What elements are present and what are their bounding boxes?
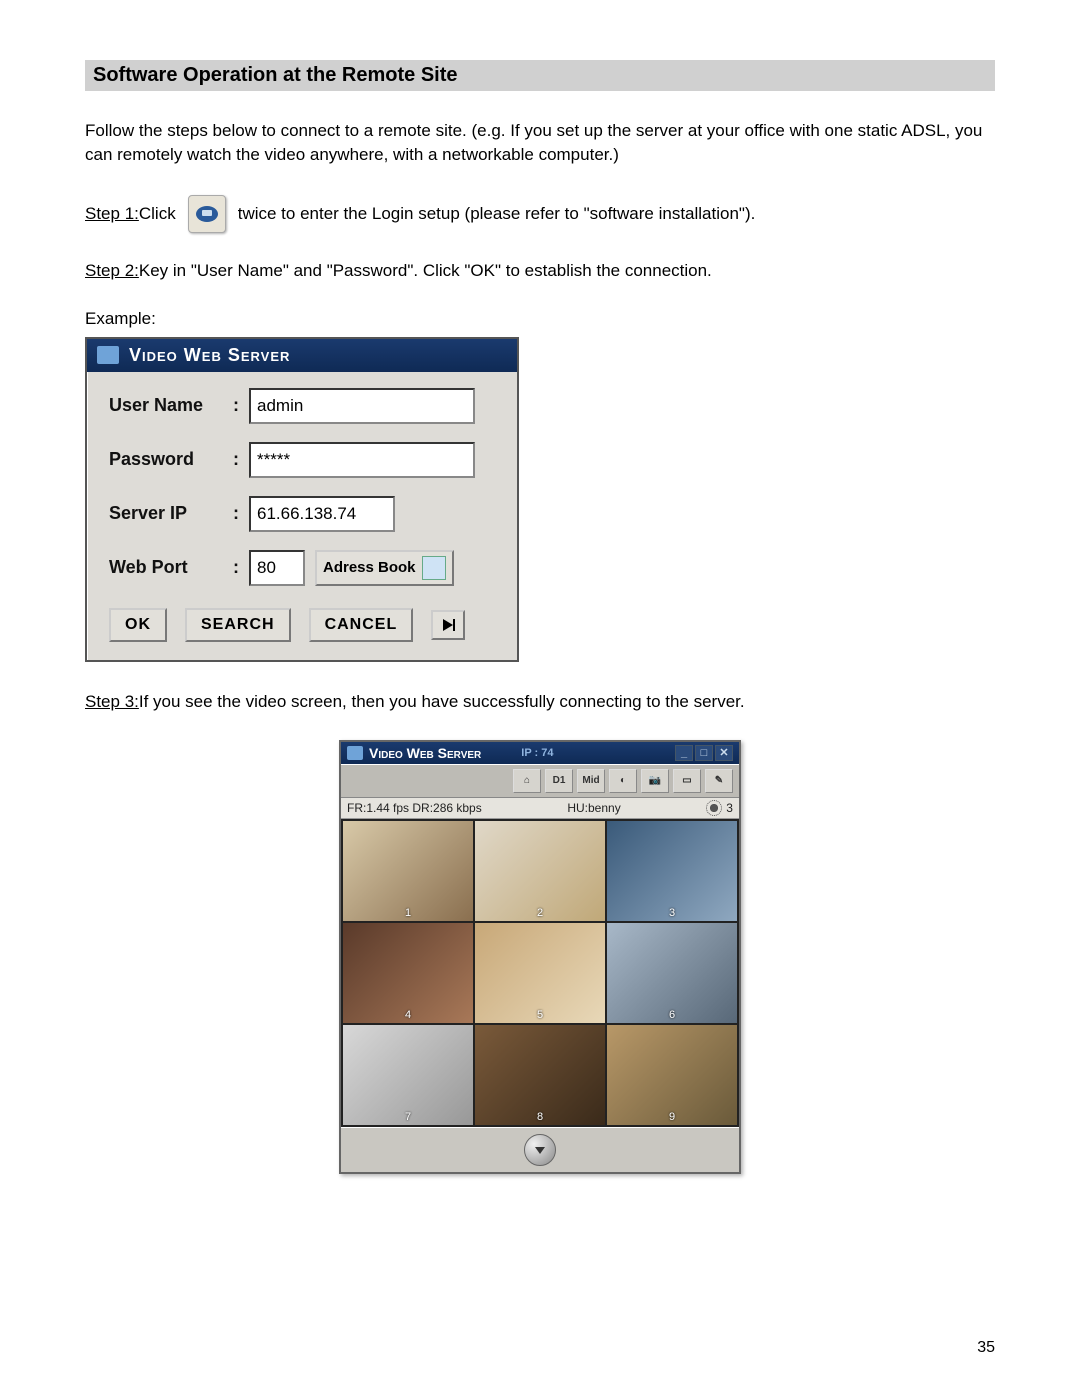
search-button[interactable]: SEARCH xyxy=(185,608,291,642)
login-dialog: Video Web Server User Name: Password: Se… xyxy=(85,337,519,662)
intro-text: Follow the steps below to connect to a r… xyxy=(85,119,995,167)
camera-cell[interactable]: 8 xyxy=(475,1025,605,1125)
viewer-title: Video Web Server xyxy=(369,745,481,761)
toolbar-home-icon[interactable]: ⌂ xyxy=(513,769,541,793)
camera-cell[interactable]: 1 xyxy=(343,821,473,921)
ok-button[interactable]: OK xyxy=(109,608,167,642)
step-3-text: If you see the video screen, then you ha… xyxy=(139,692,745,712)
camera-cell[interactable]: 7 xyxy=(343,1025,473,1125)
gear-icon[interactable] xyxy=(706,800,722,816)
toolbar-snapshot-icon[interactable]: 📷 xyxy=(641,769,669,793)
toolbar-d1-button[interactable]: D1 xyxy=(545,769,573,793)
camera-cell[interactable]: 2 xyxy=(475,821,605,921)
username-input[interactable] xyxy=(249,388,475,424)
viewer-app-icon xyxy=(347,746,363,760)
step-2: Step 2: Key in "User Name" and "Password… xyxy=(85,261,995,281)
expand-button[interactable] xyxy=(524,1134,556,1166)
toolbar-contrast-icon[interactable]: ◐ xyxy=(609,769,637,793)
viewer-toolbar: ⌂ D1 Mid ◐ 📷 ▭ ✎ xyxy=(341,764,739,798)
cancel-button[interactable]: CANCEL xyxy=(309,608,414,642)
camera-cell[interactable]: 9 xyxy=(607,1025,737,1125)
serverip-input[interactable] xyxy=(249,496,395,532)
status-fr-dr: FR:1.44 fps DR:286 kbps xyxy=(347,801,482,815)
section-title: Software Operation at the Remote Site xyxy=(85,60,995,91)
step-2-text: Key in "User Name" and "Password". Click… xyxy=(139,261,712,281)
status-hu: HU:benny xyxy=(567,801,620,815)
username-label: User Name xyxy=(109,395,203,416)
step-2-label: Step 2: xyxy=(85,261,139,281)
step-3: Step 3: If you see the video screen, the… xyxy=(85,692,995,712)
page-number: 35 xyxy=(977,1339,995,1357)
viewer-status-bar: FR:1.44 fps DR:286 kbps HU:benny 3 xyxy=(341,798,739,819)
app-icon xyxy=(97,346,119,364)
video-viewer-window: Video Web Server IP : 74 _ □ ✕ ⌂ D1 Mid … xyxy=(339,740,741,1174)
serverip-label: Server IP xyxy=(109,503,187,524)
step-1: Step 1: Click twice to enter the Login s… xyxy=(85,195,995,233)
minimize-icon[interactable]: _ xyxy=(675,745,693,761)
step-1-label: Step 1: xyxy=(85,204,139,224)
camera-cell[interactable]: 6 xyxy=(607,923,737,1023)
camera-cell[interactable]: 4 xyxy=(343,923,473,1023)
step-1-text-a: Click xyxy=(139,204,176,224)
login-titlebar: Video Web Server xyxy=(87,339,517,372)
address-book-button[interactable]: Adress Book xyxy=(315,550,454,586)
camera-cell[interactable]: 5 xyxy=(475,923,605,1023)
viewer-footer xyxy=(341,1127,739,1172)
maximize-icon[interactable]: □ xyxy=(695,745,713,761)
address-book-label: Adress Book xyxy=(323,559,416,576)
camera-cell[interactable]: 3 xyxy=(607,821,737,921)
webport-input[interactable] xyxy=(249,550,305,586)
password-label: Password xyxy=(109,449,194,470)
play-button[interactable] xyxy=(431,610,465,640)
close-icon[interactable]: ✕ xyxy=(715,745,733,761)
webport-label: Web Port xyxy=(109,557,188,578)
example-label: Example: xyxy=(85,309,995,329)
login-title: Video Web Server xyxy=(129,345,290,366)
toolbar-layout-icon[interactable]: ▭ xyxy=(673,769,701,793)
step-1-text-b: twice to enter the Login setup (please r… xyxy=(238,204,756,224)
address-book-icon xyxy=(422,556,446,580)
viewer-ip: IP : 74 xyxy=(521,747,553,759)
viewer-titlebar: Video Web Server IP : 74 _ □ ✕ xyxy=(341,742,739,764)
password-input[interactable] xyxy=(249,442,475,478)
status-count: 3 xyxy=(726,801,733,815)
toolbar-edit-icon[interactable]: ✎ xyxy=(705,769,733,793)
step-3-label: Step 3: xyxy=(85,692,139,712)
camera-grid: 1 2 3 4 5 6 7 8 9 xyxy=(341,819,739,1127)
toolbar-mid-button[interactable]: Mid xyxy=(577,769,605,793)
app-launch-icon[interactable] xyxy=(188,195,226,233)
